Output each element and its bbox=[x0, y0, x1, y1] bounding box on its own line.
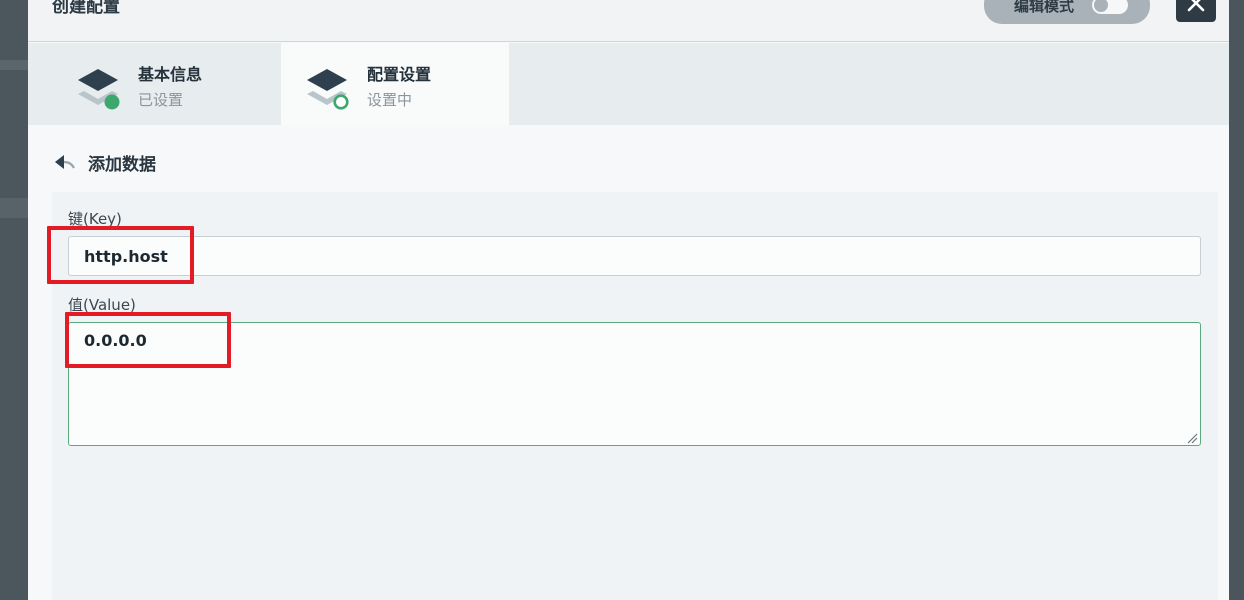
step-config-settings[interactable]: 配置设置 设置中 bbox=[281, 43, 509, 125]
modal-header: 创建配置 编辑模式 bbox=[28, 0, 1229, 42]
close-icon bbox=[1187, 0, 1205, 12]
toggle-switch[interactable] bbox=[1092, 0, 1128, 14]
value-label: 值(Value) bbox=[68, 296, 136, 314]
backdrop-left bbox=[0, 0, 28, 600]
layers-icon bbox=[78, 69, 120, 110]
form-panel: 键(Key) 值(Value) 0.0.0.0 bbox=[52, 192, 1218, 600]
layers-icon bbox=[307, 69, 349, 110]
add-data-title: 添加数据 bbox=[88, 154, 156, 175]
create-config-modal: 创建配置 编辑模式 基本信息 已设置 配置设置 设置中 添加数据 键(Key) … bbox=[28, 0, 1229, 600]
edit-mode-toggle[interactable]: 编辑模式 bbox=[984, 0, 1150, 24]
step-title: 基本信息 bbox=[138, 65, 203, 84]
backdrop-strip bbox=[0, 198, 28, 218]
step-status: 设置中 bbox=[367, 91, 413, 109]
key-input[interactable] bbox=[68, 236, 1201, 276]
step-status: 已设置 bbox=[138, 91, 184, 109]
step-basic-info[interactable]: 基本信息 已设置 bbox=[52, 43, 280, 125]
modal-title: 创建配置 bbox=[52, 0, 120, 17]
backdrop-right bbox=[1229, 0, 1244, 600]
toggle-knob bbox=[1094, 0, 1108, 12]
key-label: 键(Key) bbox=[68, 210, 122, 228]
resize-grip-icon[interactable] bbox=[1186, 432, 1198, 444]
edit-mode-label: 编辑模式 bbox=[1014, 0, 1075, 15]
back-arrow-icon bbox=[55, 155, 75, 169]
step-title: 配置设置 bbox=[367, 65, 432, 84]
value-textarea[interactable]: 0.0.0.0 bbox=[68, 322, 1201, 446]
close-button[interactable] bbox=[1176, 0, 1216, 22]
add-data-back-link[interactable]: 添加数据 bbox=[54, 150, 156, 175]
backdrop-strip bbox=[0, 60, 28, 70]
steps-bar: 基本信息 已设置 配置设置 设置中 bbox=[28, 43, 1229, 125]
